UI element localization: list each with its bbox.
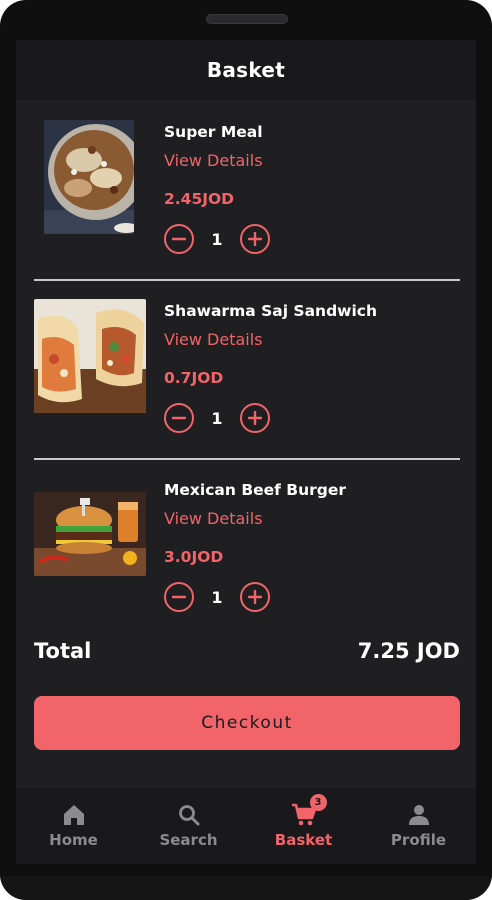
plus-icon: [248, 590, 262, 604]
increase-quantity-button[interactable]: [240, 224, 270, 254]
person-icon: [406, 802, 432, 828]
item-price: 3.0JOD: [164, 548, 224, 566]
cart-count-badge: 3: [309, 794, 327, 811]
minus-icon: [172, 416, 186, 420]
nav-label: Search: [159, 831, 218, 849]
nav-label: Profile: [390, 831, 447, 849]
bottom-navigation: Home Search 3 Basket Profile: [16, 788, 476, 864]
total-row: Total 7.25 JOD: [34, 636, 460, 666]
nav-label: Basket: [274, 831, 333, 849]
decrease-quantity-button[interactable]: [164, 582, 194, 612]
phone-bottom-bezel: [0, 876, 492, 900]
basket-item: Super Meal View Details 2.45JOD 1: [34, 120, 460, 254]
item-name: Super Meal: [164, 123, 263, 141]
quantity-value: 1: [211, 408, 223, 428]
item-image-super-meal[interactable]: [44, 120, 134, 234]
nav-item-profile[interactable]: Profile: [361, 788, 476, 864]
nav-item-search[interactable]: Search: [131, 788, 246, 864]
increase-quantity-button[interactable]: [240, 403, 270, 433]
minus-icon: [172, 595, 186, 599]
page-title: Basket: [206, 58, 286, 82]
increase-quantity-button[interactable]: [240, 582, 270, 612]
nav-label: Home: [49, 831, 98, 849]
item-image-burger[interactable]: [34, 492, 146, 576]
item-divider: [34, 458, 460, 460]
view-details-link[interactable]: View Details: [164, 328, 377, 352]
quantity-stepper: 1: [164, 224, 270, 254]
app-header: Basket: [16, 40, 476, 100]
phone-frame: Basket Super Meal View Details 2.45JOD 1…: [0, 0, 492, 900]
minus-icon: [172, 237, 186, 241]
basket-item: Mexican Beef Burger View Details 3.0JOD …: [34, 478, 460, 612]
item-image-shawarma[interactable]: [34, 299, 146, 413]
app-screen: Basket Super Meal View Details 2.45JOD 1…: [16, 40, 476, 864]
quantity-stepper: 1: [164, 403, 377, 433]
decrease-quantity-button[interactable]: [164, 224, 194, 254]
total-value: 7.25 JOD: [357, 639, 460, 663]
quantity-value: 1: [211, 229, 223, 249]
item-name: Shawarma Saj Sandwich: [164, 302, 378, 320]
view-details-link[interactable]: View Details: [164, 149, 270, 173]
item-divider: [34, 279, 460, 281]
checkout-label: Checkout: [201, 713, 293, 733]
item-price: 2.45JOD: [164, 190, 235, 208]
plus-icon: [248, 232, 262, 246]
basket-item: Shawarma Saj Sandwich View Details 0.7JO…: [34, 299, 460, 433]
cart-icon: 3: [291, 794, 327, 828]
quantity-value: 1: [211, 587, 223, 607]
total-label: Total: [34, 639, 92, 663]
nav-item-basket[interactable]: 3 Basket: [246, 788, 361, 864]
item-price: 0.7JOD: [164, 369, 224, 387]
search-icon: [176, 802, 202, 828]
item-name: Mexican Beef Burger: [164, 481, 347, 499]
home-icon: [61, 802, 87, 828]
quantity-stepper: 1: [164, 582, 346, 612]
nav-item-home[interactable]: Home: [16, 788, 131, 864]
checkout-button[interactable]: Checkout: [34, 696, 460, 750]
view-details-link[interactable]: View Details: [164, 507, 346, 531]
phone-speaker: [206, 14, 288, 24]
decrease-quantity-button[interactable]: [164, 403, 194, 433]
plus-icon: [248, 411, 262, 425]
